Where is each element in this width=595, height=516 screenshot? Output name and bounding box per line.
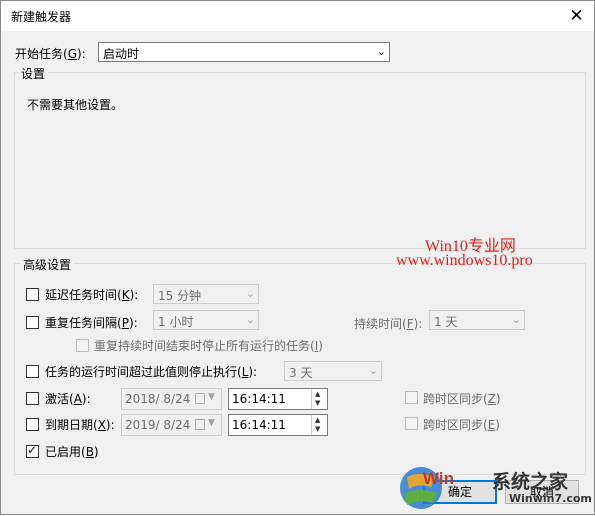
activate-date-picker[interactable]: 2018/ 8/24 ▼ [121, 388, 222, 410]
spin-up-icon[interactable]: ▲ [315, 390, 320, 398]
activate-time-input[interactable]: 16:14:11 ▲ ▼ [228, 388, 328, 410]
expire-sync-timezone-checkbox[interactable] [405, 417, 418, 430]
chevron-down-icon: ⌄ [376, 45, 386, 58]
calendar-icon [195, 393, 205, 404]
new-trigger-dialog: 新建触发器 ✕ 开始任务(G): 启动时 ⌄ 设置 不需要其他设置。 高级设置 … [0, 0, 595, 515]
expire-label: 到期日期(X): [45, 418, 115, 432]
watermark-logo-letters: Win [423, 469, 455, 488]
activate-sync-timezone-checkbox[interactable] [405, 391, 418, 404]
stop-at-repeat-end-label: 重复持续时间结束时停止所有运行的任务(I) [94, 339, 323, 353]
delay-task-checkbox[interactable] [26, 288, 39, 301]
watermark-logo-url: Winwin7.com [509, 492, 592, 505]
chevron-down-icon: ▼ [208, 392, 215, 402]
watermark-site-url: www.windows10.pro [396, 252, 533, 269]
activate-label: 激活(A): [45, 392, 91, 406]
title-bar: 新建触发器 ✕ [1, 1, 594, 31]
expire-date-value: 2019/ 8/24 [125, 418, 191, 432]
time-spinner[interactable]: ▲ ▼ [311, 415, 327, 435]
spin-down-icon[interactable]: ▼ [315, 425, 320, 433]
settings-message: 不需要其他设置。 [27, 98, 124, 112]
expire-date-picker[interactable]: 2019/ 8/24 ▼ [121, 414, 222, 436]
delay-task-select[interactable]: 15 分钟 ⌄ [153, 284, 259, 304]
enabled-label: 已启用(B) [45, 445, 99, 459]
activate-sync-timezone-label: 跨时区同步(Z) [423, 392, 501, 406]
checkmark-icon: ✓ [27, 443, 38, 457]
expire-time-input[interactable]: 16:14:11 ▲ ▼ [228, 414, 328, 436]
spin-up-icon[interactable]: ▲ [315, 416, 320, 424]
expire-time-value: 16:14:11 [232, 418, 286, 432]
begin-task-label: 开始任务(G): [15, 47, 86, 61]
activate-date-value: 2018/ 8/24 [125, 392, 191, 406]
chevron-down-icon: ⌄ [368, 364, 378, 377]
advanced-settings-legend: 高级设置 [20, 256, 75, 273]
repeat-interval-value: 1 小时 [158, 315, 194, 329]
chevron-down-icon: ⌄ [511, 313, 521, 326]
stop-if-longer-select[interactable]: 3 天 ⌄ [284, 361, 382, 381]
spin-down-icon[interactable]: ▼ [315, 399, 320, 407]
stop-if-longer-value: 3 天 [289, 366, 313, 380]
chevron-down-icon: ⌄ [245, 287, 255, 300]
duration-value: 1 天 [434, 315, 458, 329]
settings-legend: 设置 [18, 65, 49, 82]
chevron-down-icon: ⌄ [245, 313, 255, 326]
watermark-logo-text: 系统之家 [492, 471, 569, 493]
expire-checkbox[interactable] [26, 418, 39, 431]
site-watermark-logo: Win 系统之家 Winwin7.com [397, 463, 593, 513]
activate-time-value: 16:14:11 [232, 392, 286, 406]
begin-task-select[interactable]: 启动时 ⌄ [98, 42, 390, 62]
delay-task-label: 延迟任务时间(K): [45, 288, 139, 302]
time-spinner[interactable]: ▲ ▼ [311, 389, 327, 409]
calendar-icon [195, 419, 205, 430]
chevron-down-icon: ▼ [208, 418, 215, 428]
activate-checkbox[interactable] [26, 392, 39, 405]
begin-task-value: 启动时 [103, 47, 140, 61]
repeat-task-label: 重复任务间隔(P): [45, 316, 138, 330]
repeat-task-checkbox[interactable] [26, 316, 39, 329]
stop-at-repeat-end-checkbox[interactable] [76, 339, 89, 352]
repeat-interval-select[interactable]: 1 小时 ⌄ [153, 310, 259, 330]
dialog-title: 新建触发器 [11, 10, 72, 24]
stop-if-longer-label: 任务的运行时间超过此值则停止执行(L): [45, 365, 258, 379]
enabled-checkbox[interactable]: ✓ [26, 443, 39, 458]
expire-sync-timezone-label: 跨时区同步(E) [423, 418, 500, 432]
delay-task-value: 15 分钟 [158, 289, 202, 303]
stop-if-longer-checkbox[interactable] [26, 365, 39, 378]
duration-select[interactable]: 1 天 ⌄ [429, 310, 525, 330]
duration-label: 持续时间(F): [354, 317, 423, 331]
close-icon[interactable]: ✕ [559, 1, 594, 31]
